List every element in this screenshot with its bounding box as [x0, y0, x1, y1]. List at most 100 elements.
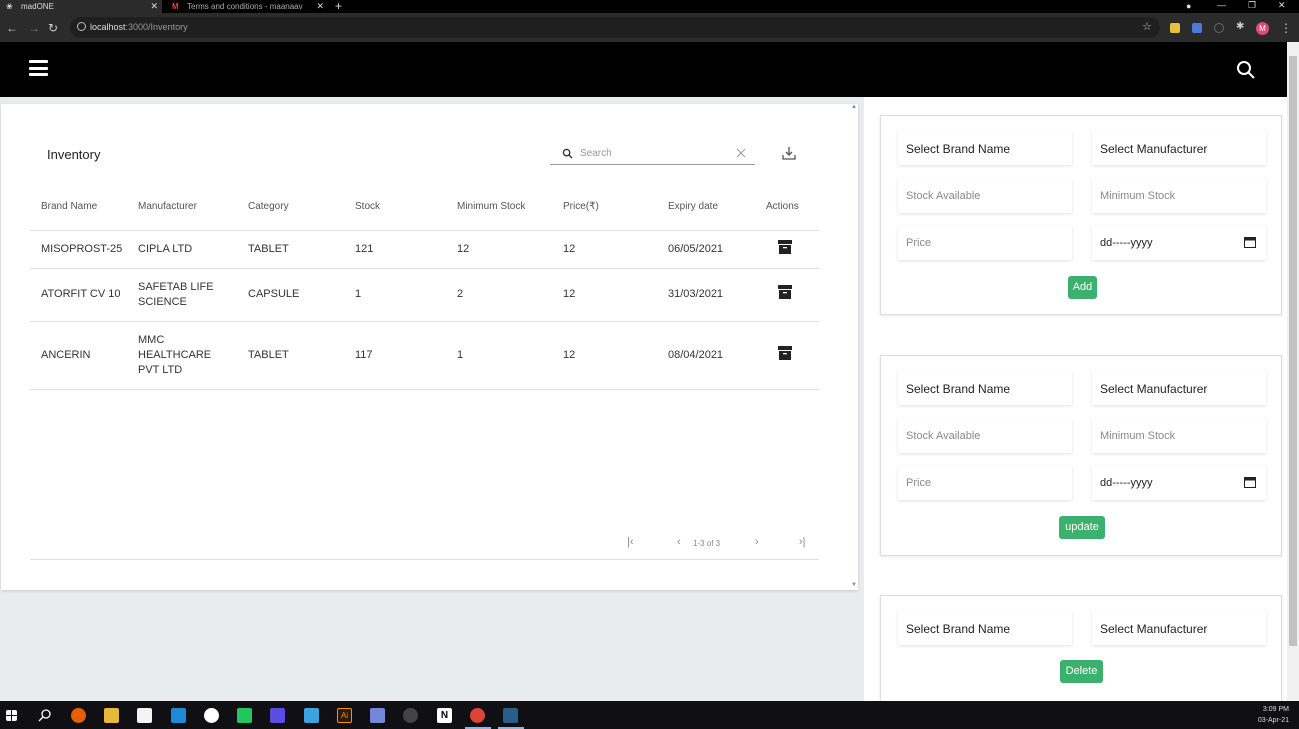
price-input[interactable]: Price [898, 226, 1072, 260]
column-header-stock[interactable]: Stock [355, 184, 457, 231]
cell-brand: MISOPROST-25 [30, 230, 138, 269]
download-icon[interactable] [782, 146, 796, 160]
brand-select[interactable]: Select Brand Name [898, 131, 1072, 165]
windows-start-icon[interactable] [6, 710, 17, 721]
forward-icon[interactable]: → [28, 21, 40, 35]
stock-available-input[interactable]: Stock Available [898, 179, 1072, 213]
reload-icon[interactable]: ↻ [48, 21, 58, 35]
store-icon[interactable] [137, 708, 152, 723]
cell-category: TABLET [248, 321, 355, 390]
delete-form-card: Select Brand Name Select Manufacturer De… [880, 595, 1282, 701]
delete-button[interactable]: Delete [1060, 660, 1103, 683]
app-icon[interactable] [204, 708, 219, 723]
minimum-stock-input[interactable]: Minimum Stock [1092, 179, 1266, 213]
restore-icon[interactable]: ❐ [1248, 0, 1256, 11]
manufacturer-select[interactable]: Select Manufacturer [1092, 611, 1266, 645]
url-field[interactable]: localhost:3000/Inventory ☆ [70, 17, 1160, 38]
first-page-icon[interactable]: |‹ [627, 536, 634, 548]
column-header-category[interactable]: Category [248, 184, 355, 231]
extension-icon[interactable] [1170, 23, 1180, 33]
calendar-icon[interactable] [1244, 476, 1256, 488]
cell-price: 12 [563, 321, 668, 390]
column-header-manufacturer[interactable]: Manufacturer [138, 184, 248, 231]
column-header-brand[interactable]: Brand Name [30, 184, 138, 231]
add-button[interactable]: Add [1068, 276, 1097, 299]
update-button[interactable]: update [1059, 516, 1105, 539]
scroll-down-icon[interactable]: ▼ [851, 582, 857, 588]
scroll-up-icon[interactable]: ▲ [851, 104, 857, 110]
scrollbar-thumb[interactable] [1289, 56, 1297, 646]
manufacturer-select[interactable]: Select Manufacturer [1092, 131, 1266, 165]
profile-avatar[interactable]: M [1256, 22, 1269, 35]
browser-tab-madone[interactable]: ❀ madONE ✕ [0, 0, 162, 13]
brand-select[interactable]: Select Brand Name [898, 611, 1072, 645]
site-info-icon[interactable] [77, 22, 86, 31]
brand-select[interactable]: Select Brand Name [898, 371, 1072, 405]
column-header-minimum-stock[interactable]: Minimum Stock [457, 184, 563, 231]
pagination-label: 1-3 of 3 [693, 539, 721, 548]
cell-manufacturer: SAFETAB LIFE SCIENCE [138, 268, 248, 322]
cell-min-stock: 1 [457, 321, 563, 390]
close-tab-icon[interactable]: ✕ [316, 1, 324, 12]
chrome-icon[interactable] [470, 708, 485, 723]
prev-page-icon[interactable]: ‹ [677, 536, 681, 548]
column-header-expiry[interactable]: Expiry date [668, 184, 766, 231]
system-clock[interactable]: 3:09 PM 03-Apr-21 [1258, 704, 1289, 726]
inventory-table: Brand Name Manufacturer Category Stock M… [30, 184, 819, 390]
search-icon[interactable] [1236, 60, 1256, 80]
cell-expiry: 31/03/2021 [668, 268, 766, 322]
archive-icon[interactable] [778, 239, 792, 254]
puzzle-extensions-icon[interactable]: ✱ [1236, 21, 1246, 32]
table-search [550, 141, 755, 165]
back-icon[interactable]: ← [6, 21, 18, 35]
expiry-date-input[interactable]: dd-----yyyy [1092, 466, 1266, 500]
expiry-date-input[interactable]: dd-----yyyy [1092, 226, 1266, 260]
calendar-icon[interactable] [1244, 236, 1256, 248]
panel-scrollbar[interactable]: ▲ ▼ [850, 104, 858, 590]
extension-icon[interactable] [1214, 23, 1224, 33]
page-scrollbar[interactable] [1287, 42, 1299, 701]
file-explorer-icon[interactable] [104, 708, 119, 723]
close-tab-icon[interactable]: ✕ [150, 1, 158, 12]
notion-icon[interactable]: N [437, 708, 452, 723]
account-dot-icon[interactable]: ● [1186, 1, 1191, 11]
browser-tab-terms[interactable]: M Terms and conditions - maanaav ✕ [166, 0, 328, 13]
intellij-icon[interactable] [270, 708, 285, 723]
next-page-icon[interactable]: › [755, 536, 759, 548]
windows-taskbar: Ai N 3:09 PM 03-Apr-21 [0, 701, 1299, 729]
discord-icon[interactable] [370, 708, 385, 723]
price-input[interactable]: Price [898, 466, 1072, 500]
taskbar-search-icon[interactable] [38, 708, 53, 723]
table-row: MISOPROST-25 CIPLA LTD TABLET 121 12 12 … [30, 230, 819, 269]
cell-brand: ATORFIT CV 10 [30, 268, 138, 322]
cell-expiry: 06/05/2021 [668, 230, 766, 269]
manufacturer-select[interactable]: Select Manufacturer [1092, 371, 1266, 405]
new-tab-button[interactable]: + [335, 0, 342, 13]
webstorm-icon[interactable] [304, 708, 319, 723]
archive-icon[interactable] [778, 345, 792, 360]
tab-title: madONE [21, 2, 54, 11]
archive-icon[interactable] [778, 285, 792, 299]
browser-menu-icon[interactable]: ⋮ [1280, 21, 1292, 35]
firefox-icon[interactable] [71, 708, 86, 723]
clear-search-icon[interactable] [736, 148, 746, 158]
pycharm-icon[interactable] [237, 708, 252, 723]
search-icon [562, 148, 573, 159]
url-text: localhost:3000/Inventory [90, 22, 188, 32]
app-icon[interactable] [503, 708, 518, 723]
gmail-icon: M [172, 2, 179, 11]
column-header-price[interactable]: Price(₹) [563, 184, 668, 231]
last-page-icon[interactable]: ›| [799, 536, 806, 548]
illustrator-icon[interactable]: Ai [337, 708, 352, 723]
vscode-icon[interactable] [171, 708, 186, 723]
minimum-stock-input[interactable]: Minimum Stock [1092, 419, 1266, 453]
bookmark-star-icon[interactable]: ☆ [1142, 20, 1152, 33]
stock-available-input[interactable]: Stock Available [898, 419, 1072, 453]
extension-icon[interactable] [1192, 23, 1202, 33]
cell-category: CAPSULE [248, 268, 355, 322]
app-icon[interactable] [403, 708, 418, 723]
hamburger-menu-icon[interactable] [29, 60, 48, 76]
close-window-icon[interactable]: ✕ [1278, 0, 1286, 11]
minimize-icon[interactable]: — [1217, 0, 1226, 10]
search-input[interactable] [580, 145, 730, 161]
